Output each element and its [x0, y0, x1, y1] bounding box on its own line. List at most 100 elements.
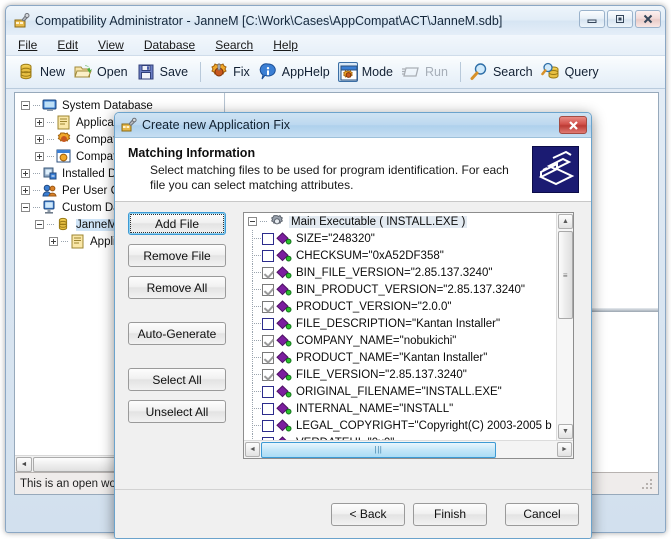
close-button[interactable] — [635, 10, 661, 28]
tree-node-label: JanneM — [76, 218, 117, 231]
create-new-application-fix-dialog: Create new Application Fix Matching Info… — [114, 112, 592, 539]
system-database-icon — [42, 98, 58, 113]
scroll-down-arrow-icon[interactable]: ▼ — [558, 424, 573, 439]
attribute-checkbox[interactable] — [262, 385, 274, 398]
remove-file-button[interactable]: Remove File — [128, 244, 226, 267]
attribute-checkbox[interactable] — [262, 232, 274, 245]
cancel-label: Cancel — [523, 507, 561, 521]
attribute-tag-icon — [276, 351, 293, 364]
select-all-label: Select All — [152, 372, 202, 387]
attribute-checkbox[interactable] — [262, 402, 274, 415]
matching-attributes-listbox[interactable]: Main Executable ( INSTALL.EXE ) SIZE="24… — [243, 212, 574, 459]
attribute-checkbox[interactable] — [262, 334, 274, 347]
applications-icon — [56, 115, 72, 130]
menu-search[interactable]: Search — [212, 37, 256, 53]
attribute-checkbox[interactable] — [262, 317, 274, 330]
list-item[interactable]: INTERNAL_NAME="INSTALL" — [244, 400, 556, 417]
remove-all-button[interactable]: Remove All — [128, 276, 226, 299]
run-icon — [401, 62, 421, 82]
scroll-up-arrow-icon[interactable]: ▲ — [558, 214, 573, 229]
toolbar-mode-button[interactable]: Mode — [336, 60, 399, 84]
menu-database[interactable]: Database — [141, 37, 198, 53]
resize-grip-icon[interactable] — [642, 479, 654, 491]
list-item[interactable]: CHECKSUM="0xA52DF358" — [244, 247, 556, 264]
unselect-all-button[interactable]: Unselect All — [128, 400, 226, 423]
toolbar-new-label: New — [40, 65, 66, 79]
list-item[interactable]: COMPANY_NAME="nobukichi" — [244, 332, 556, 349]
dialog-title: Create new Application Fix — [142, 118, 290, 132]
list-item[interactable]: ORIGINAL_FILENAME="INSTALL.EXE" — [244, 383, 556, 400]
floppy-save-icon — [136, 62, 156, 82]
toolbar-search-button[interactable]: Search — [467, 60, 539, 84]
list-root-label: Main Executable ( INSTALL.EXE ) — [289, 215, 468, 228]
toolbar-save-label: Save — [159, 65, 189, 79]
expander-plus-icon[interactable] — [35, 152, 44, 161]
back-button[interactable]: < Back — [331, 502, 405, 526]
list-item[interactable]: SIZE="248320" — [244, 230, 556, 247]
toolbar: New Open Save Fix AppHelp Mode Run Searc… — [6, 56, 665, 89]
toolbar-save-button[interactable]: Save — [134, 60, 195, 84]
applications-icon — [70, 234, 86, 249]
menu-file[interactable]: File — [15, 37, 40, 53]
attribute-checkbox[interactable] — [262, 300, 274, 313]
horizontal-scroll-track[interactable]: ||| — [261, 441, 556, 458]
list-horizontal-scrollbar[interactable]: ◄ ||| ► — [244, 440, 573, 458]
unselect-all-label: Unselect All — [145, 404, 209, 419]
list-root-row[interactable]: Main Executable ( INSTALL.EXE ) — [244, 213, 556, 230]
attribute-checkbox[interactable] — [262, 266, 274, 279]
attribute-checkbox[interactable] — [262, 283, 274, 296]
scroll-right-arrow-icon[interactable]: ► — [557, 442, 572, 457]
list-vertical-scrollbar[interactable]: ▲ ≡ ▼ — [556, 213, 573, 440]
compatibility-administrator-icon — [13, 12, 30, 29]
scroll-left-arrow-icon[interactable]: ◄ — [245, 442, 260, 457]
expander-minus-icon[interactable] — [21, 203, 30, 212]
expander-plus-icon[interactable] — [35, 118, 44, 127]
list-item[interactable]: LEGAL_COPYRIGHT="Copyright(C) 2003-2005 … — [244, 417, 556, 434]
vertical-scroll-thumb[interactable]: ≡ — [558, 231, 573, 319]
list-item[interactable]: FILE_VERSION="2.85.137.3240" — [244, 366, 556, 383]
toolbar-open-button[interactable]: Open — [71, 60, 134, 84]
expander-plus-icon[interactable] — [35, 135, 44, 144]
remove-all-label: Remove All — [146, 280, 208, 295]
attribute-label: CHECKSUM="0xA52DF358" — [296, 249, 444, 262]
attribute-checkbox[interactable] — [262, 368, 274, 381]
menu-edit[interactable]: Edit — [54, 37, 81, 53]
dialog-close-button[interactable] — [559, 116, 587, 134]
select-all-button[interactable]: Select All — [128, 368, 226, 391]
list-item[interactable]: BIN_FILE_VERSION="2.85.137.3240" — [244, 264, 556, 281]
expander-plus-icon[interactable] — [21, 169, 30, 178]
expander-minus-icon[interactable] — [35, 220, 44, 229]
toolbar-query-button[interactable]: Query — [539, 60, 605, 84]
scroll-left-arrow-icon[interactable]: ◄ — [16, 456, 32, 472]
list-item[interactable]: BIN_PRODUCT_VERSION="2.85.137.3240" — [244, 281, 556, 298]
list-item[interactable]: PRODUCT_VERSION="2.0.0" — [244, 298, 556, 315]
add-file-button[interactable]: Add File — [128, 212, 226, 235]
attribute-checkbox[interactable] — [262, 249, 274, 262]
tree-guide — [33, 207, 40, 208]
expander-plus-icon[interactable] — [21, 186, 30, 195]
cancel-button[interactable]: Cancel — [505, 502, 579, 526]
list-item[interactable]: PRODUCT_NAME="Kantan Installer" — [244, 349, 556, 366]
toolbar-run-button[interactable]: Run — [399, 60, 454, 84]
toolbar-new-button[interactable]: New — [14, 60, 71, 84]
remove-file-label: Remove File — [143, 248, 211, 263]
list-item[interactable]: FILE_DESCRIPTION="Kantan Installer" — [244, 315, 556, 332]
window-title: Compatibility Administrator - JanneM [C:… — [35, 13, 503, 28]
maximize-button[interactable] — [607, 10, 633, 28]
dialog-footer: < Back Finish Cancel — [115, 489, 591, 538]
menu-view[interactable]: View — [95, 37, 127, 53]
expander-plus-icon[interactable] — [49, 237, 58, 246]
minimize-button[interactable] — [579, 10, 605, 28]
expander-minus-icon[interactable] — [248, 217, 257, 226]
horizontal-scroll-thumb[interactable]: ||| — [261, 441, 496, 458]
finish-button[interactable]: Finish — [413, 502, 487, 526]
toolbar-apphelp-button[interactable]: AppHelp — [256, 60, 336, 84]
expander-minus-icon[interactable] — [21, 101, 30, 110]
attribute-checkbox[interactable] — [262, 419, 274, 432]
toolbar-fix-button[interactable]: Fix — [207, 60, 256, 84]
auto-generate-button[interactable]: Auto-Generate — [128, 322, 226, 345]
attribute-checkbox[interactable] — [262, 351, 274, 364]
menu-help[interactable]: Help — [270, 37, 301, 53]
